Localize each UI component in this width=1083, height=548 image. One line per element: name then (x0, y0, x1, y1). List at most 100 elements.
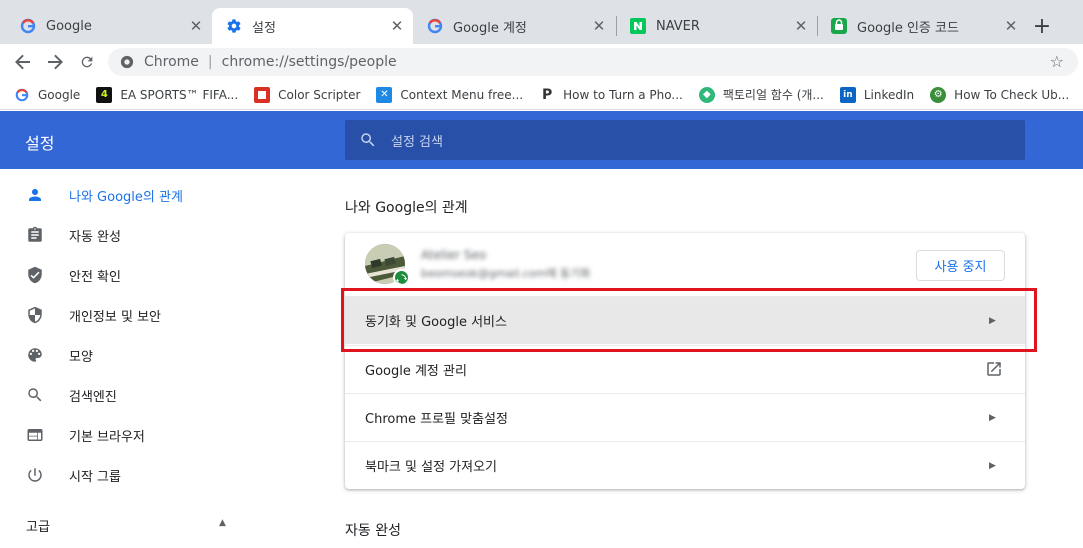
bookmark-linkedin[interactable]: in LinkedIn (839, 86, 915, 103)
profile-email: beomseok@gmail.com에 동기화 (421, 267, 591, 280)
bookmark-label: How To Check Ub... (954, 87, 1070, 102)
row-label: Chrome 프로필 맞춤설정 (365, 412, 508, 427)
shield-icon (25, 305, 45, 325)
sidebar-item-autofill[interactable]: 자동 완성 (0, 215, 260, 255)
section-title: 나와 Google의 관계 (345, 200, 468, 216)
tab-title: 설정 (252, 20, 276, 36)
bookmark-label: 팩토리얼 함수 (개... (722, 88, 824, 102)
tab-title: Google 인증 코드 (857, 20, 959, 36)
address-bar[interactable]: Chrome | chrome://settings/people ☆ (108, 48, 1078, 76)
chevron-up-icon[interactable]: ▲ (219, 518, 226, 528)
search-icon (361, 133, 375, 147)
arrow-left-icon (15, 54, 30, 70)
linkedin-icon: in (839, 86, 856, 103)
auth-icon (831, 18, 847, 34)
tab-title: Google (46, 18, 92, 34)
sidebar-item-label: 모양 (69, 349, 93, 365)
row-label: 동기화 및 Google 서비스 (365, 315, 507, 330)
tab-google[interactable]: Google ✕ (6, 8, 212, 44)
next-section-title: 자동 완성 (345, 523, 401, 539)
clipboard-icon (25, 225, 45, 245)
star-icon[interactable]: ☆ (1050, 52, 1064, 71)
sidebar-item-on-startup[interactable]: 시작 그룹 (0, 455, 260, 495)
row-sync-and-services[interactable]: 동기화 및 Google 서비스 ▶ (345, 296, 1025, 344)
sidebar-item-label: 시작 그룹 (69, 469, 121, 485)
bookmark-label: LinkedIn (863, 87, 915, 102)
close-icon[interactable]: ✕ (389, 17, 405, 35)
bookmark-google[interactable]: Google (14, 87, 80, 103)
p-icon: P (541, 86, 553, 103)
sidebar-item-safety-check[interactable]: 안전 확인 (0, 255, 260, 295)
sidebar-item-label: 자동 완성 (69, 229, 121, 245)
open-in-new-icon (987, 362, 1001, 376)
close-icon[interactable]: ✕ (591, 17, 607, 35)
toolbar: Chrome | chrome://settings/people ☆ (0, 44, 1083, 80)
tab-google-auth[interactable]: Google 인증 코드 ✕ (817, 8, 1027, 44)
sidebar-item-label: 안전 확인 (69, 269, 121, 285)
factorial-icon: ◆ (698, 86, 715, 103)
gear-bookmark-icon: ⚙ (930, 86, 947, 103)
omnibox-url: chrome://settings/people (221, 54, 397, 70)
tab-settings[interactable]: 설정 ✕ (212, 8, 413, 44)
profile-row: Atelier Seo beomseok@gmail.com에 동기화 사용 중… (345, 233, 1025, 296)
row-manage-google-account[interactable]: Google 계정 관리 (345, 345, 1025, 393)
settings-header: 설정 설정 검색 (0, 111, 1083, 169)
row-import-bookmarks[interactable]: 북마크 및 설정 가져오기 ▶ (345, 441, 1025, 489)
back-button[interactable] (11, 50, 35, 74)
color-scripter-icon (254, 86, 271, 103)
bookmark-check-ubuntu[interactable]: ⚙ How To Check Ub... (930, 86, 1070, 103)
google-g-icon (20, 18, 36, 34)
tab-strip: Google ✕ 설정 ✕ Google 계정 ✕ NAVER ✕ Google… (0, 0, 1083, 44)
row-label: 북마크 및 설정 가져오기 (365, 460, 497, 475)
forward-button[interactable] (43, 50, 67, 74)
turn-off-sync-button[interactable]: 사용 중지 (916, 250, 1005, 281)
people-card: Atelier Seo beomseok@gmail.com에 동기화 사용 중… (345, 233, 1025, 489)
bookmarks-bar: Google 4 EA SPORTS™ FIFA... Color Script… (0, 80, 1083, 110)
google-g-icon (14, 87, 30, 103)
tab-naver[interactable]: NAVER ✕ (616, 8, 817, 44)
chevron-right-icon: ▶ (989, 315, 996, 326)
context-menu-icon: ✕ (376, 86, 393, 103)
omnibox-separator: | (207, 54, 213, 70)
close-icon[interactable]: ✕ (1003, 17, 1019, 35)
close-icon[interactable]: ✕ (793, 17, 809, 35)
naver-n-icon (630, 18, 646, 34)
sidebar-item-default-browser[interactable]: 기본 브라우저 (0, 415, 260, 455)
bookmark-factorial[interactable]: ◆ 팩토리얼 함수 (개... (698, 86, 824, 103)
bookmark-color-scripter[interactable]: Color Scripter (254, 86, 361, 103)
new-tab-button[interactable]: + (1030, 14, 1054, 39)
settings-search-input[interactable]: 설정 검색 (345, 120, 1025, 160)
settings-sidebar: 나와 Google의 관계 자동 완성 안전 확인 개인정보 및 보안 모양 검… (0, 169, 260, 548)
sidebar-item-privacy[interactable]: 개인정보 및 보안 (0, 295, 260, 335)
arrow-right-icon (48, 54, 63, 70)
reload-button[interactable] (75, 50, 99, 74)
chevron-right-icon: ▶ (989, 412, 996, 423)
tab-title: NAVER (656, 18, 700, 34)
omnibox-scheme: Chrome (144, 54, 199, 70)
reload-icon (81, 56, 93, 68)
sidebar-item-people[interactable]: 나와 Google의 관계 (0, 175, 260, 215)
browser-window-icon (25, 425, 45, 445)
bookmark-label: EA SPORTS™ FIFA... (120, 87, 239, 102)
row-label: Google 계정 관리 (365, 364, 467, 379)
shield-check-icon (25, 265, 45, 285)
bookmark-label: How to Turn a Pho... (563, 87, 683, 102)
close-icon[interactable]: ✕ (188, 17, 204, 35)
tab-google-account[interactable]: Google 계정 ✕ (413, 8, 615, 44)
sidebar-item-appearance[interactable]: 모양 (0, 335, 260, 375)
bookmark-label: Context Menu free... (400, 87, 524, 102)
sidebar-item-label: 검색엔진 (69, 389, 117, 405)
chevron-right-icon: ▶ (989, 460, 996, 471)
bookmark-context-menu[interactable]: ✕ Context Menu free... (376, 86, 524, 103)
bookmark-label: Color Scripter (278, 87, 361, 102)
sync-icon (393, 269, 410, 286)
sidebar-item-search-engine[interactable]: 검색엔진 (0, 375, 260, 415)
person-icon (25, 185, 45, 205)
bookmark-how-to-turn[interactable]: P How to Turn a Pho... (539, 87, 683, 103)
bookmark-ea-sports[interactable]: 4 EA SPORTS™ FIFA... (96, 86, 239, 103)
sidebar-advanced[interactable]: 고급 (26, 516, 50, 535)
ea-icon: 4 (96, 86, 113, 103)
row-customize-profile[interactable]: Chrome 프로필 맞춤설정 ▶ (345, 393, 1025, 441)
power-icon (25, 465, 45, 485)
gear-icon (226, 18, 242, 34)
